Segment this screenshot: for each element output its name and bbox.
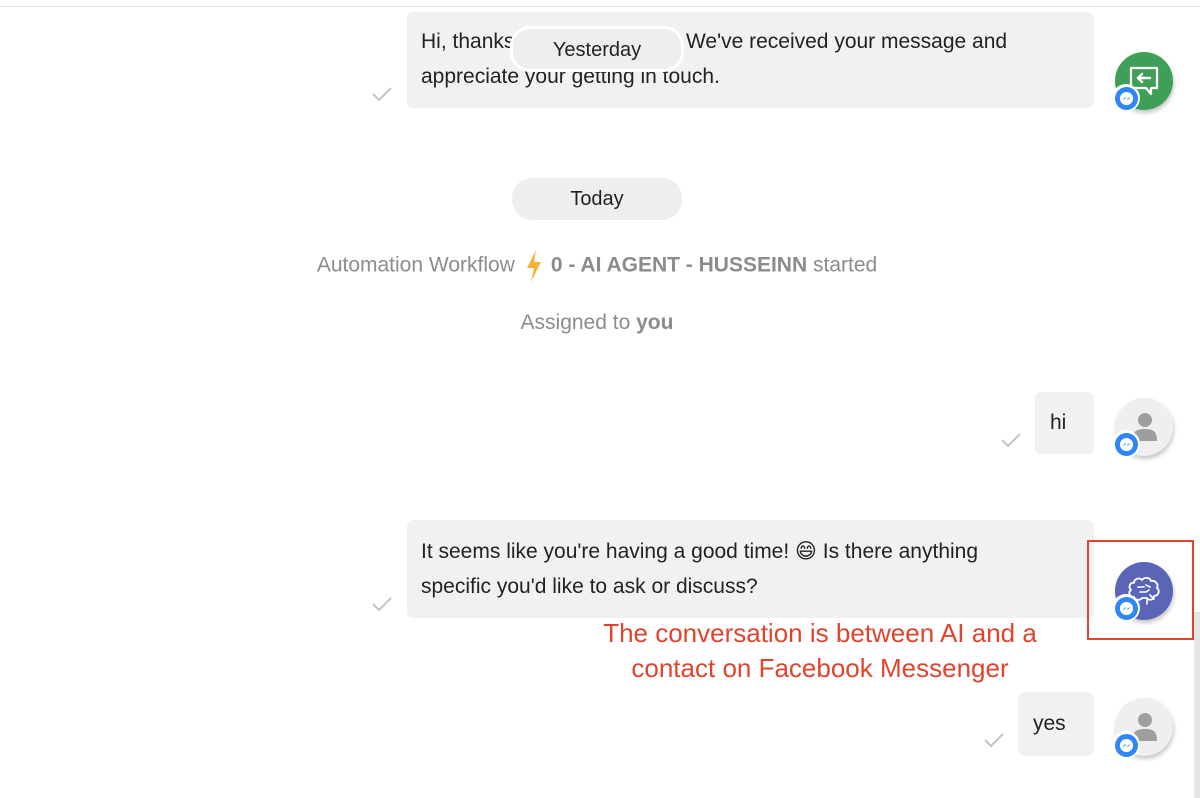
message-text: yes: [1033, 712, 1066, 735]
messenger-icon: [1119, 437, 1133, 451]
annotation-caption: The conversation is between AI and a con…: [560, 616, 1080, 686]
date-separator-label: Yesterday: [552, 39, 642, 61]
top-divider: [0, 6, 1200, 7]
lightning-bolt-icon: [526, 250, 541, 282]
date-separator-label: Today: [570, 188, 624, 210]
message-bubble-yes: yes: [1018, 692, 1094, 756]
messenger-icon: [1119, 91, 1133, 105]
assignee-name: you: [636, 311, 674, 334]
workflow-name-link[interactable]: 0 - AI AGENT - HUSSEINN: [551, 254, 807, 277]
sent-check-icon: [984, 733, 1004, 748]
messenger-badge: [1112, 84, 1140, 112]
messenger-icon: [1119, 738, 1133, 752]
annotation-highlight-box: [1087, 540, 1194, 640]
message-text: hi: [1050, 411, 1067, 434]
date-separator-yesterday: Yesterday: [510, 26, 684, 72]
assignment-prefix: Assigned to: [520, 311, 631, 334]
message-bubble-ai-reply: It seems like you're having a good time!…: [407, 520, 1094, 618]
scrollbar-track[interactable]: [1194, 612, 1200, 798]
messenger-badge: [1112, 430, 1140, 458]
workflow-prefix: Automation Workflow: [316, 253, 515, 277]
message-text-line: It seems like you're having a good time!…: [421, 540, 979, 563]
message-text-line: specific you'd like to ask or discuss?: [421, 575, 758, 598]
message-bubble-welcome: Hi, thanks for contacting us. We've rece…: [407, 12, 1094, 108]
message-bubble-hi: hi: [1035, 392, 1094, 454]
date-separator-today: Today: [512, 178, 682, 220]
sent-check-icon: [372, 597, 392, 612]
sent-check-icon: [372, 87, 392, 102]
messenger-badge: [1112, 731, 1140, 759]
workflow-started-event: Automation Workflow 0 - AI AGENT - HUSSEI…: [0, 250, 1194, 282]
annotation-line: contact on Facebook Messenger: [631, 653, 1009, 683]
annotation-line: The conversation is between AI and a: [603, 618, 1037, 648]
assignment-event: Assigned to you: [0, 310, 1194, 336]
workflow-suffix: started: [812, 253, 878, 277]
sent-check-icon: [1001, 433, 1021, 448]
